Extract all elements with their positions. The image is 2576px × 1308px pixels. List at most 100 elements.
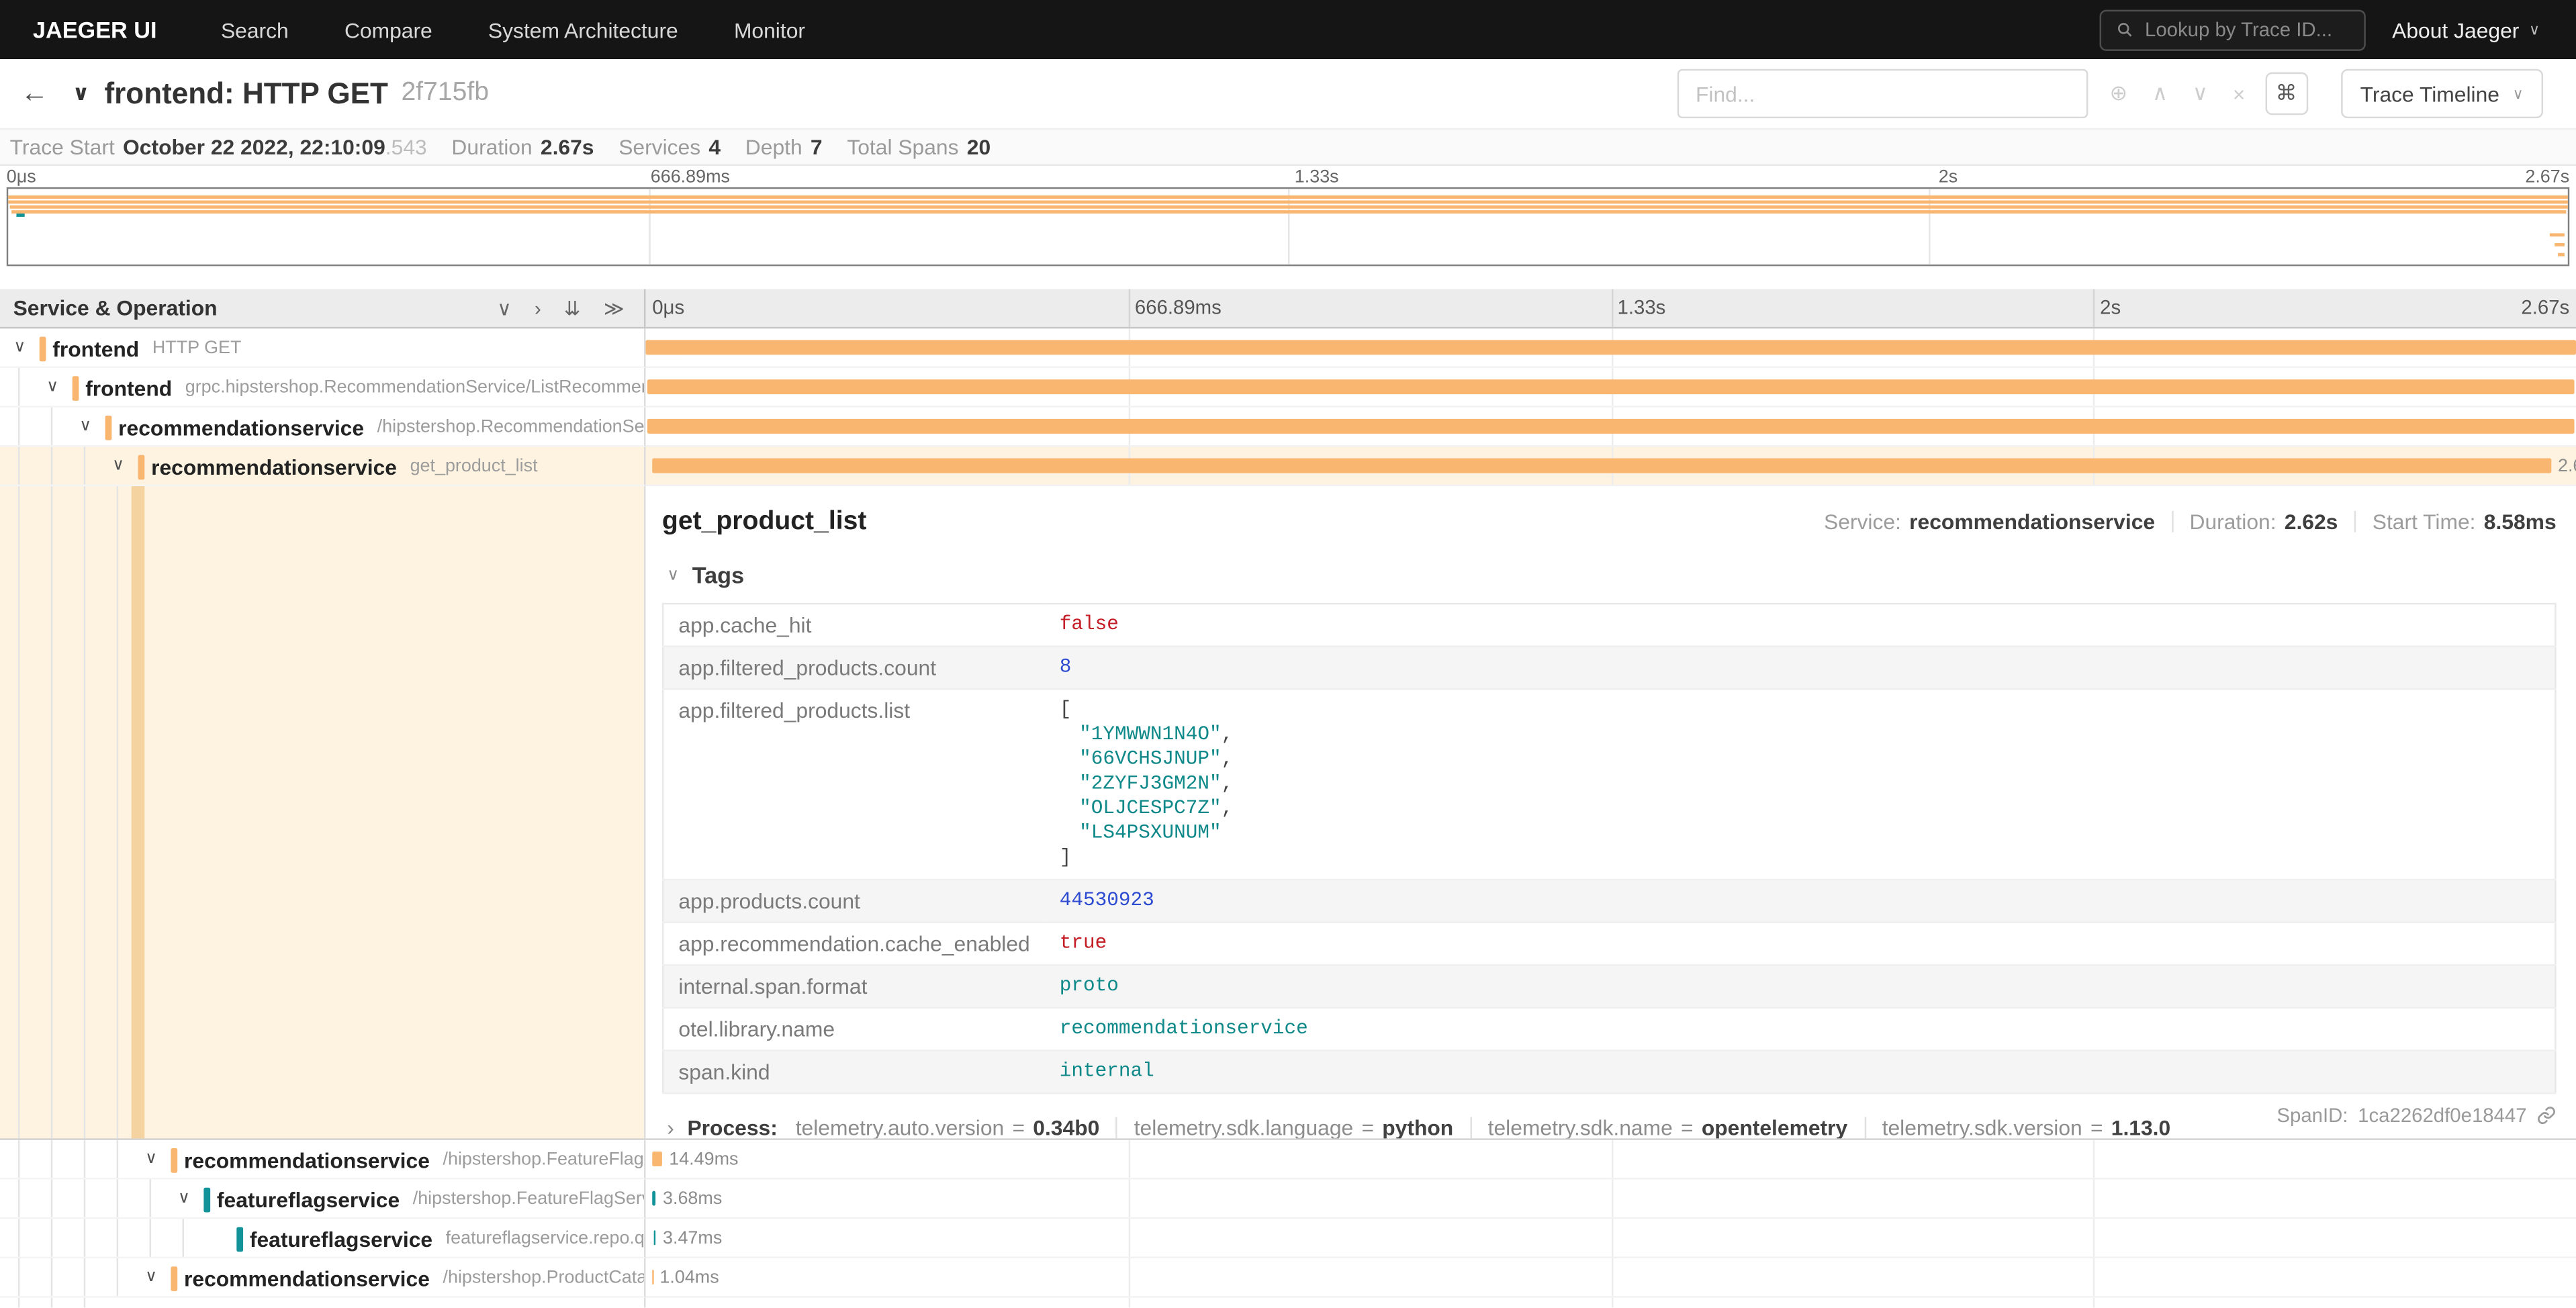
nav-item-monitor[interactable]: Monitor — [706, 17, 833, 42]
trace-view-selector[interactable]: Trace Timeline ∨ — [2340, 69, 2543, 118]
span-row-left[interactable]: ∨frontendHTTP GET — [0, 328, 645, 368]
span-row[interactable]: ∨frontendHTTP GET — [0, 328, 2576, 368]
divider — [2354, 511, 2356, 532]
span-row[interactable]: ∨recommendationserviceget_product_list2.… — [0, 447, 2576, 486]
tags-accordion-header[interactable]: ∨ Tags — [662, 562, 2557, 588]
span-label: frontendHTTP GET — [40, 328, 242, 368]
span-row-left[interactable]: featureflagservicefeatureflagservice.rep… — [0, 1219, 645, 1258]
span-row-left[interactable] — [0, 1298, 645, 1308]
trace-lookup-input[interactable] — [2145, 18, 2350, 41]
collapse-all-icon[interactable]: ⇊ — [564, 297, 581, 320]
detail-meta-item: Start Time:8.58ms — [2373, 509, 2557, 534]
span-bar[interactable] — [645, 340, 2576, 355]
about-jaeger-menu[interactable]: About Jaeger ∨ — [2392, 17, 2540, 42]
nav-item-system-architecture[interactable]: System Architecture — [460, 17, 706, 42]
find-next-icon[interactable]: ∨ — [2193, 81, 2208, 107]
span-row-timeline[interactable]: 1.04ms — [645, 1258, 2576, 1298]
detail-meta-item: Service:recommendationservice — [1824, 509, 2155, 534]
nav-item-search[interactable]: Search — [193, 17, 316, 42]
trace-lookup[interactable] — [2100, 9, 2366, 50]
span-row-timeline[interactable] — [645, 1298, 2576, 1308]
span-row[interactable]: ∨featureflagservice/hipstershop.FeatureF… — [0, 1180, 2576, 1219]
span-row[interactable] — [0, 1298, 2576, 1308]
span-row-left[interactable]: ∨frontendgrpc.hipstershop.Recommendation… — [0, 368, 645, 408]
span-row-left[interactable]: ∨recommendationservice/hipstershop.Recom… — [0, 408, 645, 447]
indent-guide — [18, 1219, 19, 1256]
chevron-down-icon[interactable]: ∨ — [7, 328, 33, 368]
timeline-gridline — [2093, 1140, 2095, 1178]
chevron-down-icon[interactable]: ∨ — [73, 408, 99, 447]
jaeger-trace-page: JAEGER UI SearchCompareSystem Architectu… — [0, 0, 2576, 1307]
tag-key: app.recommendation.cache_enabled — [663, 923, 1045, 966]
tag-key: app.filtered_products.list — [663, 689, 1045, 880]
timeline-gridline — [1128, 1219, 1130, 1256]
chevron-down-icon[interactable]: ∨ — [105, 447, 132, 486]
span-bar[interactable] — [652, 1152, 663, 1166]
indent-guide — [117, 486, 118, 1138]
trace-collapse-icon[interactable]: ∨ — [73, 81, 90, 107]
tick-label: 0μs — [652, 295, 684, 318]
span-row[interactable]: ∨frontendgrpc.hipstershop.Recommendation… — [0, 368, 2576, 408]
find-prev-icon[interactable]: ∧ — [2152, 81, 2168, 107]
indent-guide — [18, 1258, 19, 1296]
span-row[interactable]: ∨recommendationservice/hipstershop.Produ… — [0, 1258, 2576, 1298]
tick-label: 2s — [2100, 295, 2121, 318]
tag-key: span.kind — [663, 1050, 1045, 1093]
keyboard-shortcuts-button[interactable]: ⌘ — [2265, 73, 2308, 115]
trace-minimap: 0μs666.89ms1.33s2s2.67s — [0, 166, 2576, 271]
nav-item-compare[interactable]: Compare — [316, 17, 460, 42]
span-row-left[interactable]: ∨recommendationserviceget_product_list — [0, 447, 645, 486]
summary-value-fraction: .543 — [385, 135, 427, 160]
span-row[interactable]: ∨recommendationservice/hipstershop.Featu… — [0, 1140, 2576, 1180]
process-accordion-header[interactable]: › Process: telemetry.auto.version=0.34b0… — [662, 1115, 2557, 1140]
span-bar[interactable] — [653, 1230, 657, 1245]
span-row-left[interactable]: ∨featureflagservice/hipstershop.FeatureF… — [0, 1180, 645, 1219]
chevron-down-icon: ∨ — [2513, 85, 2524, 103]
link-icon[interactable] — [2536, 1105, 2556, 1125]
span-bar[interactable] — [653, 1191, 656, 1206]
expand-all-icon[interactable]: ≫ — [604, 297, 625, 320]
service-color-chip — [73, 375, 79, 400]
minimap-canvas[interactable] — [7, 187, 2569, 266]
chevron-down-icon[interactable]: ∨ — [138, 1140, 165, 1180]
span-row-timeline[interactable]: 2.62s — [645, 447, 2576, 486]
tick-label: 2.67s — [2525, 168, 2569, 187]
indent-guide — [51, 408, 52, 445]
collapse-one-icon[interactable]: ∨ — [497, 297, 512, 320]
span-duration-label: 14.49ms — [669, 1140, 738, 1180]
chevron-down-icon[interactable]: ∨ — [138, 1258, 165, 1298]
indent-guide — [183, 1219, 184, 1256]
summary-label: Depth — [745, 135, 802, 160]
indent-guide — [18, 368, 19, 406]
span-bar[interactable] — [647, 419, 2575, 434]
find-clear-icon[interactable]: × — [2233, 81, 2246, 106]
ruler-tickline — [2093, 289, 2095, 327]
span-bar[interactable] — [652, 459, 2552, 473]
find-input[interactable] — [1677, 69, 2088, 118]
span-row-timeline[interactable]: 3.47ms — [645, 1219, 2576, 1258]
span-row[interactable]: featureflagservicefeatureflagservice.rep… — [0, 1219, 2576, 1258]
service-color-chip — [236, 1226, 243, 1251]
span-row-timeline[interactable]: 14.49ms — [645, 1140, 2576, 1180]
span-bar[interactable] — [651, 1270, 653, 1284]
minimap-span-mark — [10, 205, 2568, 209]
span-row-left[interactable]: ∨recommendationservice/hipstershop.Featu… — [0, 1140, 645, 1180]
span-row[interactable]: ∨recommendationservice/hipstershop.Recom… — [0, 408, 2576, 447]
summary-label: Total Spans — [847, 135, 958, 160]
span-row-timeline[interactable] — [645, 408, 2576, 447]
span-row-left[interactable]: ∨recommendationservice/hipstershop.Produ… — [0, 1258, 645, 1298]
span-bar[interactable] — [647, 379, 2575, 394]
chevron-down-icon[interactable]: ∨ — [40, 368, 66, 408]
indent-guide — [51, 486, 52, 1138]
summary-item: Services4 — [618, 135, 721, 160]
app-logo[interactable]: JAEGER UI — [0, 16, 193, 42]
back-button[interactable]: ← — [0, 77, 69, 110]
span-row-timeline[interactable]: 3.68ms — [645, 1180, 2576, 1219]
span-row-timeline[interactable] — [645, 328, 2576, 368]
meta-value: recommendationservice — [1909, 509, 2155, 534]
span-row-timeline[interactable] — [645, 368, 2576, 408]
chevron-down-icon[interactable]: ∨ — [171, 1180, 197, 1219]
trace-id: 2f715fb — [401, 79, 489, 108]
expand-one-icon[interactable]: › — [535, 297, 541, 320]
find-option-icon[interactable]: ⊕ — [2109, 81, 2127, 107]
